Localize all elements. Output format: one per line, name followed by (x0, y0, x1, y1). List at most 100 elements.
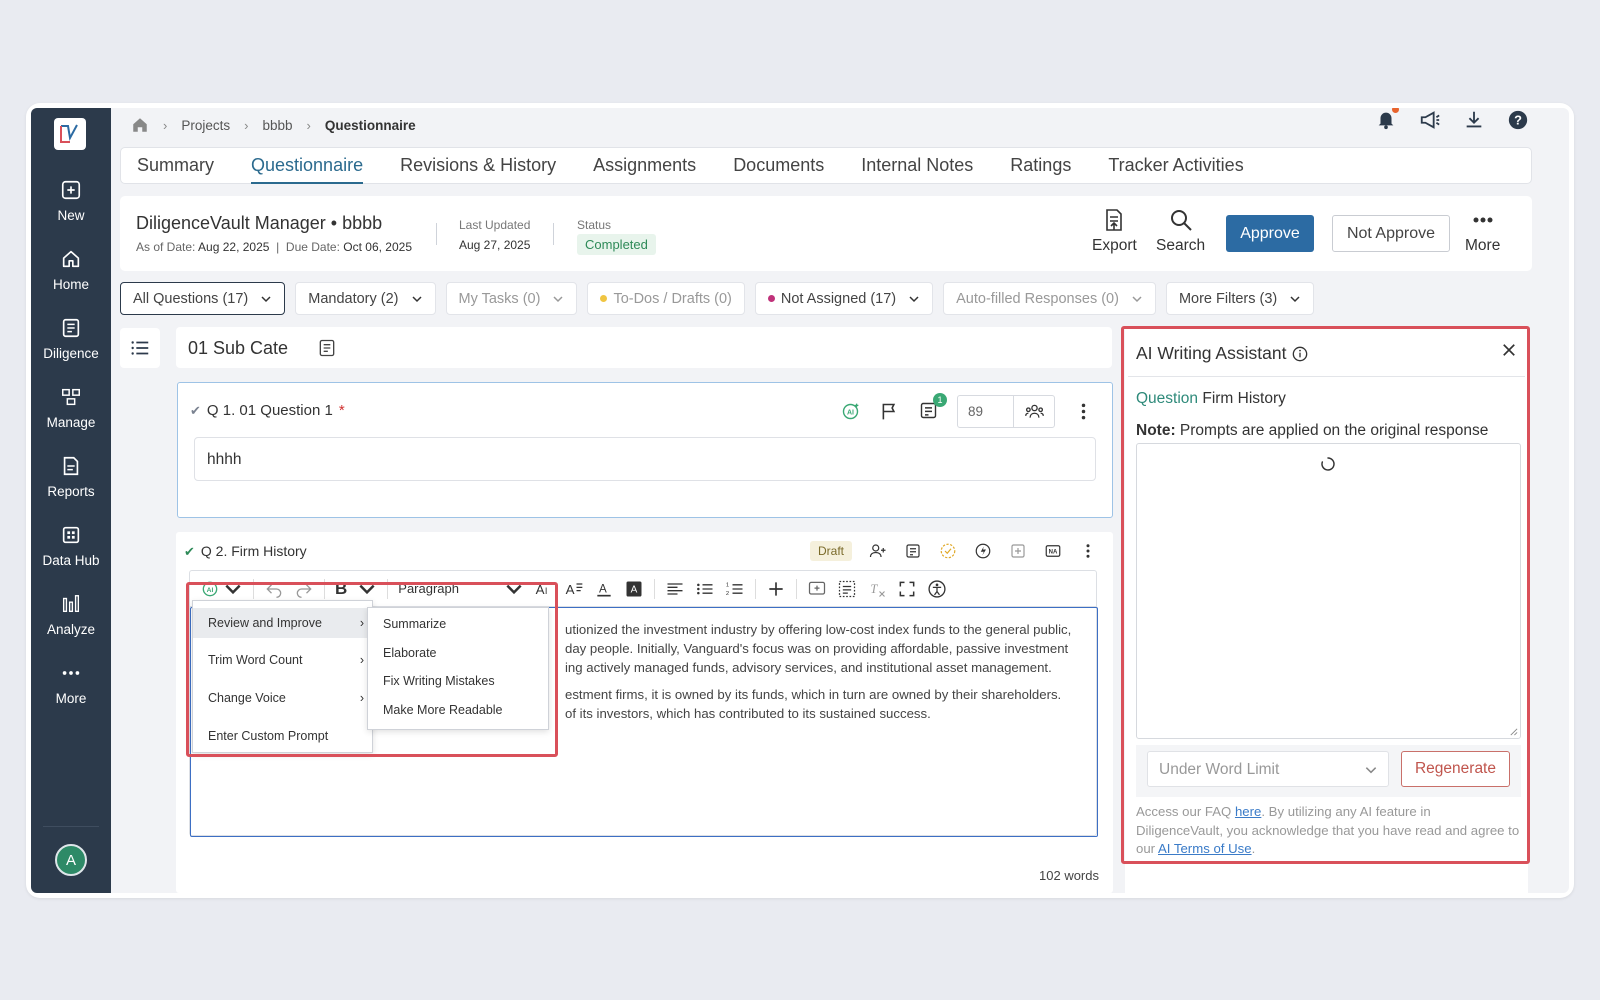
score-field[interactable]: 89 (957, 395, 1055, 428)
fullscreen-icon[interactable] (897, 579, 917, 599)
flag-icon[interactable] (879, 401, 900, 422)
tab-questionnaire[interactable]: Questionnaire (251, 147, 364, 184)
chevron-down-icon (1365, 767, 1377, 774)
align-icon[interactable] (665, 579, 685, 599)
tab-tracker-activities[interactable]: Tracker Activities (1108, 147, 1243, 184)
tab-ratings[interactable]: Ratings (1010, 147, 1071, 184)
redo-icon[interactable] (294, 579, 314, 599)
font-size-icon[interactable]: AI (534, 579, 554, 599)
regenerate-button[interactable]: Regenerate (1401, 751, 1510, 787)
numbered-list-icon[interactable]: 12 (725, 579, 745, 599)
note-icon[interactable] (317, 338, 337, 358)
filter-auto-filled[interactable]: Auto-filled Responses (0) (943, 282, 1156, 315)
nav-new[interactable]: New (31, 179, 111, 241)
menu-item-custom-prompt[interactable]: Enter Custom Prompt (193, 721, 374, 751)
nav-home[interactable]: Home (31, 248, 111, 310)
bold-dropdown[interactable]: B (335, 579, 347, 599)
answer-field[interactable]: hhhh (194, 437, 1096, 481)
ai-terms-link[interactable]: AI Terms of Use (1158, 841, 1252, 856)
faq-link[interactable]: here (1235, 804, 1261, 819)
menu-item-review-improve[interactable]: Review and Improve › (193, 608, 374, 638)
filter-my-tasks[interactable]: My Tasks (0) (445, 282, 578, 315)
nav-manage[interactable]: Manage (31, 386, 111, 448)
insert-plus-icon[interactable] (766, 579, 786, 599)
paragraph-style-select[interactable]: Paragraph (398, 579, 524, 599)
highlight-color-icon[interactable]: A (624, 579, 644, 599)
svg-text:AI: AI (207, 586, 214, 593)
download-icon[interactable] (1463, 109, 1485, 131)
filter-mandatory[interactable]: Mandatory (2) (295, 282, 436, 315)
tab-assignments[interactable]: Assignments (593, 147, 696, 184)
help-icon[interactable]: ? (1507, 109, 1529, 131)
notifications-button[interactable] (1375, 108, 1399, 133)
export-button[interactable]: Export (1092, 208, 1137, 255)
select-all-icon[interactable] (837, 579, 857, 599)
close-icon[interactable] (1500, 341, 1518, 359)
status-badge: Completed (577, 234, 656, 255)
word-limit-select[interactable]: Under Word Limit (1147, 751, 1389, 787)
as-of-label: As of Date: (136, 240, 196, 254)
filter-label: Auto-filled Responses (0) (956, 290, 1119, 307)
breadcrumb-projects[interactable]: Projects (181, 118, 230, 133)
menu-item-change-voice[interactable]: Change Voice › (193, 683, 374, 713)
nav-diligence[interactable]: Diligence (31, 317, 111, 379)
line-height-icon[interactable]: A (564, 579, 584, 599)
nav-more[interactable]: More (31, 662, 111, 724)
info-icon[interactable] (1292, 346, 1308, 362)
breadcrumb-project[interactable]: bbbb (262, 118, 292, 133)
submenu-elaborate[interactable]: Elaborate (383, 646, 437, 660)
menu-item-trim-word-count[interactable]: Trim Word Count › (193, 645, 374, 675)
submenu-summarize[interactable]: Summarize (383, 617, 446, 631)
svg-text:A: A (566, 582, 575, 597)
accessibility-icon[interactable] (927, 579, 947, 599)
filter-label: Not Assigned (17) (780, 290, 897, 307)
undo-icon[interactable] (264, 579, 284, 599)
ai-tool-dropdown[interactable]: AI (200, 579, 243, 599)
comment-icon[interactable] (904, 542, 922, 560)
lightning-icon[interactable] (974, 542, 992, 560)
add-comment-icon[interactable] (807, 579, 827, 599)
kebab-menu-icon[interactable] (1073, 401, 1094, 422)
ai-response-area[interactable] (1136, 443, 1521, 739)
not-approve-button[interactable]: Not Approve (1332, 215, 1450, 252)
search-button[interactable]: Search (1156, 208, 1205, 255)
ai-actions-bar: Under Word Limit Regenerate (1136, 745, 1521, 797)
app-logo[interactable] (54, 118, 86, 150)
tab-documents[interactable]: Documents (733, 147, 824, 184)
approve-button[interactable]: Approve (1226, 215, 1314, 252)
resize-handle-icon[interactable] (1509, 727, 1518, 736)
submenu-fix-writing-mistakes[interactable]: Fix Writing Mistakes (383, 674, 495, 688)
add-box-icon[interactable] (1009, 542, 1027, 560)
filter-label: To-Dos / Drafts (0) (613, 290, 732, 307)
more-button[interactable]: More (1465, 208, 1500, 255)
assign-user-icon[interactable] (869, 542, 887, 560)
filter-more-filters[interactable]: More Filters (3) (1165, 282, 1315, 315)
ai-assist-icon[interactable]: AI (840, 401, 861, 422)
nav-data-hub[interactable]: Data Hub (31, 524, 111, 586)
font-color-icon[interactable]: A (594, 579, 614, 599)
as-of-value: Aug 22, 2025 (198, 240, 270, 254)
nav-reports[interactable]: Reports (31, 455, 111, 517)
user-avatar[interactable]: A (55, 844, 87, 876)
filter-todos-drafts[interactable]: To-Dos / Drafts (0) (587, 282, 745, 315)
na-icon[interactable]: NA (1044, 542, 1062, 560)
table-of-contents-button[interactable] (120, 328, 160, 368)
nav-analyze[interactable]: Analyze (31, 593, 111, 655)
home-icon[interactable] (131, 116, 149, 134)
subcategory-header: 01 Sub Cate (176, 327, 1112, 368)
tab-internal-notes[interactable]: Internal Notes (861, 147, 973, 184)
divider (436, 223, 437, 245)
tab-summary[interactable]: Summary (137, 147, 214, 184)
kebab-menu-icon[interactable] (1079, 542, 1097, 560)
pending-review-icon[interactable] (939, 542, 957, 560)
submenu-make-more-readable[interactable]: Make More Readable (383, 703, 503, 717)
toolbar-divider (387, 578, 389, 599)
bullet-list-icon[interactable] (695, 579, 715, 599)
question-value: Firm History (1202, 390, 1286, 407)
tab-revisions-history[interactable]: Revisions & History (400, 147, 556, 184)
filter-not-assigned[interactable]: Not Assigned (17) (754, 282, 934, 315)
clear-format-icon[interactable]: T (867, 579, 887, 599)
comments-button[interactable]: 1 (918, 392, 947, 424)
megaphone-icon[interactable] (1419, 109, 1441, 131)
filter-all-questions[interactable]: All Questions (17) (120, 282, 286, 315)
